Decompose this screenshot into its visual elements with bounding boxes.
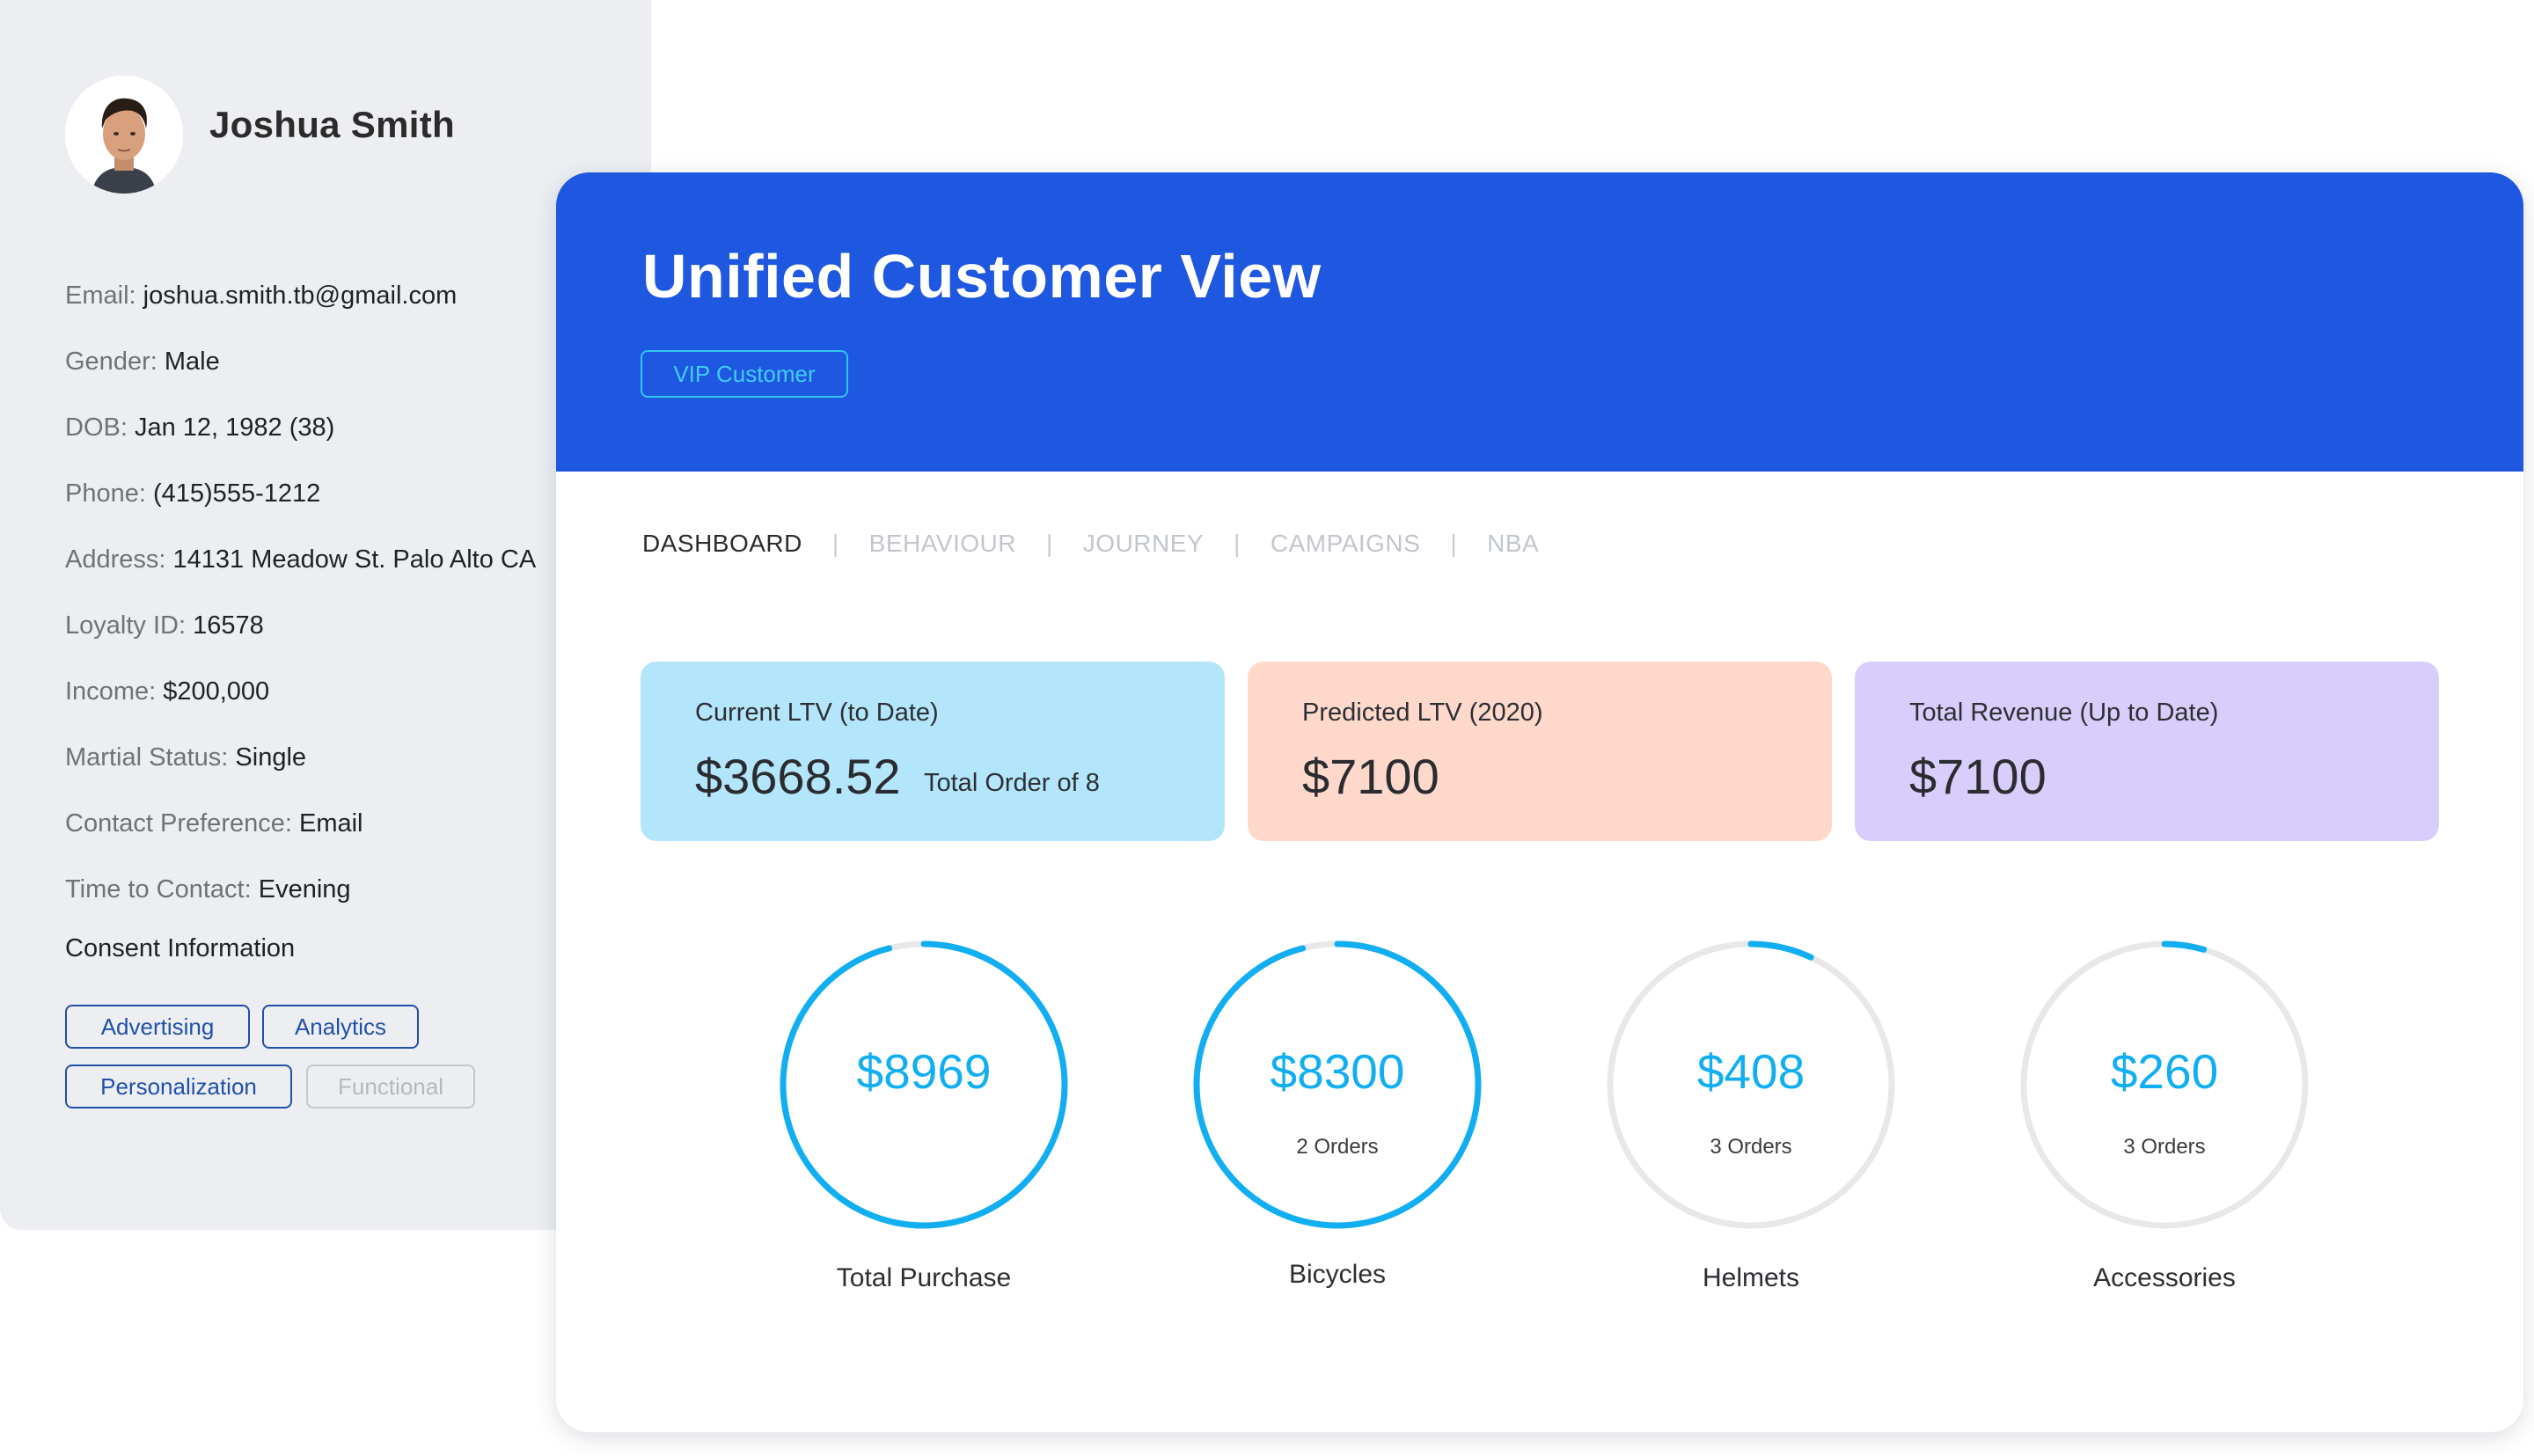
- tab-bar: DASHBOARD | BEHAVIOUR | JOURNEY | CAMPAIGNS | NB…: [642, 530, 1539, 558]
- ring-amount: $8969: [856, 1044, 992, 1099]
- tab-nba[interactable]: NBA: [1487, 530, 1539, 558]
- field-value: Jan 12, 1982 (38): [134, 413, 335, 442]
- field-label: Address:: [65, 545, 166, 574]
- field-value: Email: [298, 809, 363, 838]
- consent-tag-personalization[interactable]: Personalization: [65, 1065, 292, 1108]
- ring-caption: Bicycles: [1288, 1260, 1387, 1289]
- vip-badge: VIP Customer: [641, 350, 848, 398]
- field-dob: DOB: Jan 12, 1982 (38): [65, 406, 628, 472]
- ring-orders: 2 Orders: [1296, 1135, 1379, 1159]
- page-title: Unified Customer View: [642, 242, 1322, 311]
- metric-label: Current LTV (to Date): [695, 699, 939, 727]
- field-email: Email: joshua.smith.tb@gmail.com: [65, 274, 628, 340]
- tab-dashboard[interactable]: DASHBOARD: [642, 530, 802, 558]
- metric-value: $3668.52: [695, 749, 901, 804]
- field-value: Male: [164, 348, 220, 376]
- ring-amount: $260: [2110, 1044, 2219, 1099]
- tab-separator: |: [831, 530, 839, 557]
- metric-label: Predicted LTV (2020): [1302, 699, 1543, 727]
- metric-value: $7100: [1909, 749, 2047, 804]
- ring-caption: Accessories: [2093, 1263, 2236, 1292]
- consent-title: Consent Information: [65, 934, 296, 962]
- customer-profile-panel: Joshua Smith Email: joshua.smith.tb@gmai…: [0, 0, 651, 1230]
- card-header: Unified Customer View VIP Customer: [556, 172, 2523, 472]
- field-label: Martial Status:: [65, 743, 229, 772]
- field-contact-preference: Contact Preference: Email: [65, 802, 628, 868]
- field-value: (415)555-1212: [152, 479, 321, 508]
- ring-orders: 3 Orders: [1710, 1135, 1792, 1159]
- tab-campaigns[interactable]: CAMPAIGNS: [1271, 530, 1420, 558]
- field-label: Income:: [65, 677, 157, 706]
- ring-amount: $8300: [1270, 1044, 1405, 1099]
- field-value: joshua.smith.tb@gmail.com: [143, 282, 458, 310]
- customer-name: Joshua Smith: [209, 104, 455, 145]
- ring-stat-helmets: $408 3 Orders Helmets: [1606, 940, 1896, 1309]
- ring-caption: Helmets: [1702, 1263, 1800, 1292]
- field-gender: Gender: Male: [65, 340, 628, 406]
- field-label: Contact Preference:: [65, 809, 292, 838]
- ring-caption: Total Purchase: [836, 1263, 1012, 1292]
- tab-journey[interactable]: JOURNEY: [1083, 530, 1204, 558]
- field-time-to-contact: Time to Contact: Evening: [65, 868, 628, 934]
- ring-stat-total-purchase: $8969 Total Purchase: [779, 940, 1069, 1309]
- consent-tag-analytics[interactable]: Analytics: [262, 1005, 419, 1049]
- ring-stat-accessories: $260 3 Orders Accessories: [2019, 940, 2310, 1309]
- field-label: Gender:: [65, 348, 157, 376]
- field-label: Loyalty ID:: [65, 611, 186, 640]
- ring-stat-bicycles: $8300 2 Orders Bicycles: [1192, 940, 1483, 1309]
- field-loyalty-id: Loyalty ID: 16578: [65, 604, 628, 670]
- field-label: Time to Contact:: [65, 875, 252, 904]
- consent-tag-advertising[interactable]: Advertising: [65, 1005, 250, 1049]
- ring-amount: $408: [1696, 1044, 1805, 1099]
- metric-card-predicted-ltv: Predicted LTV (2020) $7100: [1248, 662, 1832, 841]
- person-portrait-icon: [65, 76, 183, 194]
- tab-separator: |: [1450, 530, 1458, 557]
- field-phone: Phone: (415)555-1212: [65, 472, 628, 538]
- metric-card-total-revenue: Total Revenue (Up to Date) $7100: [1855, 662, 2439, 841]
- metric-subtext: Total Order of 8: [924, 769, 1100, 797]
- avatar: [65, 76, 183, 194]
- field-value: Evening: [258, 875, 351, 904]
- tab-separator: |: [1046, 530, 1053, 557]
- profile-field-list: Email: joshua.smith.tb@gmail.com Gender:…: [65, 274, 628, 934]
- field-marital-status: Martial Status: Single: [65, 736, 628, 802]
- field-label: Email:: [65, 282, 136, 310]
- field-value: 14131 Meadow St. Palo Alto CA: [172, 545, 537, 574]
- tab-separator: |: [1234, 530, 1241, 557]
- unified-customer-view-card: Unified Customer View VIP Customer DASHB…: [556, 172, 2523, 1432]
- field-income: Income: $200,000: [65, 670, 628, 736]
- field-address: Address: 14131 Meadow St. Palo Alto CA: [65, 538, 628, 604]
- metric-label: Total Revenue (Up to Date): [1909, 699, 2219, 727]
- tab-behaviour[interactable]: BEHAVIOUR: [869, 530, 1016, 558]
- metric-value: $7100: [1302, 749, 1439, 804]
- field-value: Single: [235, 743, 307, 772]
- field-value: $200,000: [163, 677, 270, 706]
- metric-card-current-ltv: Current LTV (to Date) $3668.52 Total Ord…: [641, 662, 1225, 841]
- field-value: 16578: [193, 611, 264, 640]
- ring-orders: 3 Orders: [2123, 1135, 2206, 1159]
- field-label: DOB:: [65, 413, 128, 442]
- field-label: Phone:: [65, 479, 146, 508]
- consent-tag-functional[interactable]: Functional: [306, 1065, 475, 1108]
